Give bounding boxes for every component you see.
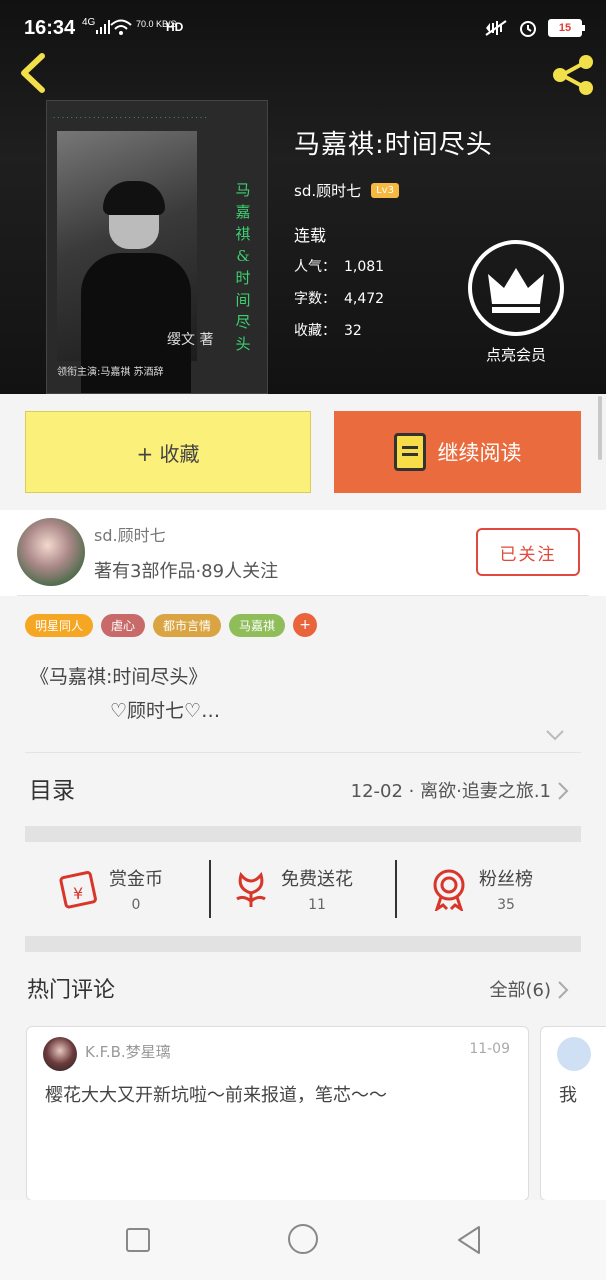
comment-date: 11-09 [469,1041,510,1057]
network-indicator: 4G [82,17,96,28]
wifi-icon [110,19,132,35]
description-line: ♡顾时七♡… [110,700,221,722]
back-triangle-icon[interactable] [455,1224,483,1256]
tag-item[interactable]: 明星同人 [25,613,94,637]
signal-icon [96,20,110,34]
mute-icon [485,20,507,36]
cover-vertical-title: 马嘉祺 & 时间尽头 [235,181,251,353]
hd-indicator: HD [166,20,184,34]
author-level-badge: Lv3 [371,183,399,198]
add-tag-button[interactable]: + [293,613,318,637]
cover-photo [57,131,197,393]
stat-popularity: 人气： 1,081 [294,259,385,275]
action-bar: ¥ 赏金币 0 免费送花 11 粉丝榜 35 [25,842,581,936]
expand-chevron-icon[interactable] [545,728,565,742]
favorite-button[interactable]: + 收藏 [25,411,311,493]
comments-header: 热门评论 全部(6) [25,958,581,1018]
chevron-right-icon[interactable] [557,980,569,1000]
book-author-row[interactable]: sd.顾时七 Lv3 [294,180,399,201]
commenter-avatar[interactable] [43,1037,77,1071]
action-label: 粉丝榜 [479,869,533,890]
stat-word-count: 字数： 4,472 [294,291,385,307]
action-count: 11 [308,897,326,913]
cover-author-mark: 缨文 著 [167,332,214,348]
table-of-contents-row[interactable]: 目录 12-02 · 离欲·追妻之旅.1 [25,752,581,820]
reward-coin-button[interactable]: ¥ 赏金币 0 [55,842,163,936]
action-label: 免费送花 [281,869,353,890]
share-icon[interactable] [550,54,596,96]
system-nav-bar [0,1200,606,1280]
action-count: 0 [131,897,141,913]
comment-text: 我 [559,1085,577,1106]
red-envelope-icon: ¥ [59,871,97,909]
comments-heading: 热门评论 [27,978,116,1003]
svg-text:¥: ¥ [73,884,83,903]
author-section: sd.顾时七 著有3部作品·89人关注 已关注 [0,510,606,596]
status-time: 16:34 [24,17,76,39]
book-icon [393,433,426,471]
cover-figure-hair [103,181,165,215]
tag-item[interactable]: 马嘉祺 [229,613,286,637]
action-label: 赏金币 [109,869,163,890]
fan-ranking-button[interactable]: 粉丝榜 35 [429,842,533,936]
comment-card[interactable]: 我 [540,1026,606,1201]
book-cover: · · · · · · · · · · · · · · · · · · · · … [46,100,268,394]
author-name[interactable]: sd.顾时七 [94,522,166,546]
section-gap [25,936,581,952]
recent-apps-icon[interactable] [126,1228,150,1252]
action-count: 35 [497,897,515,913]
author-summary: 著有3部作品·89人关注 [94,561,279,582]
divider [209,860,211,918]
book-title: 马嘉祺:时间尽头 [294,130,493,160]
home-icon[interactable] [288,1224,318,1254]
cover-decoration: · · · · · · · · · · · · · · · · · · · · … [53,114,207,122]
tag-list: 明星同人 虐心 都市言情 马嘉祺 + [25,613,318,637]
commenter-name[interactable]: K.F.B.梦星璃 [85,1041,171,1062]
crown-icon [468,240,564,336]
alarm-icon [520,21,536,37]
author-avatar[interactable] [17,518,85,586]
toc-heading: 目录 [29,778,75,804]
latest-chapter[interactable]: 12-02 · 离欲·追妻之旅.1 [351,777,551,803]
battery-icon: 15 [548,19,585,37]
flower-icon [236,871,266,907]
medal-icon [433,869,465,911]
book-hero: 16:34 4G 70.0 KB/S HD 15 · · · · · · · ·… [0,0,606,394]
back-chevron-icon[interactable] [16,52,50,94]
commenter-avatar[interactable] [557,1037,591,1071]
status-bar: 16:34 4G 70.0 KB/S HD 15 [0,0,606,44]
divider [17,595,589,596]
chevron-right-icon [558,782,569,800]
divider [395,860,397,918]
tag-item[interactable]: 虐心 [101,613,146,637]
scrollbar[interactable] [598,396,602,460]
book-author-name[interactable]: sd.顾时七 [294,180,361,201]
section-gap [25,826,581,842]
book-status: 连载 [294,226,327,245]
comment-card[interactable]: K.F.B.梦星璃 11-09 樱花大大又开新坑啦～前来报道，笔芯～～ [26,1026,529,1201]
vip-label: 点亮会员 [485,346,546,364]
book-description[interactable]: 《马嘉祺:时间尽头》 ♡顾时七♡… [30,660,220,728]
status-right: 15 [484,18,585,38]
vip-button[interactable]: 点亮会员 [466,240,566,365]
continue-reading-button[interactable]: 继续阅读 [334,411,581,493]
cover-cast-line: 领衔主演:马嘉祺 苏酒辞 [57,367,164,378]
follow-button[interactable]: 已关注 [476,528,580,576]
send-flower-button[interactable]: 免费送花 11 [231,842,353,936]
comment-text: 樱花大大又开新坑啦～前来报道，笔芯～～ [45,1085,387,1106]
stat-favorites: 收藏： 32 [294,323,362,339]
continue-reading-label: 继续阅读 [437,441,522,465]
all-comments-link[interactable]: 全部(6) [490,976,552,1002]
description-line: 《马嘉祺:时间尽头》 [30,666,208,688]
tag-item[interactable]: 都市言情 [153,613,222,637]
